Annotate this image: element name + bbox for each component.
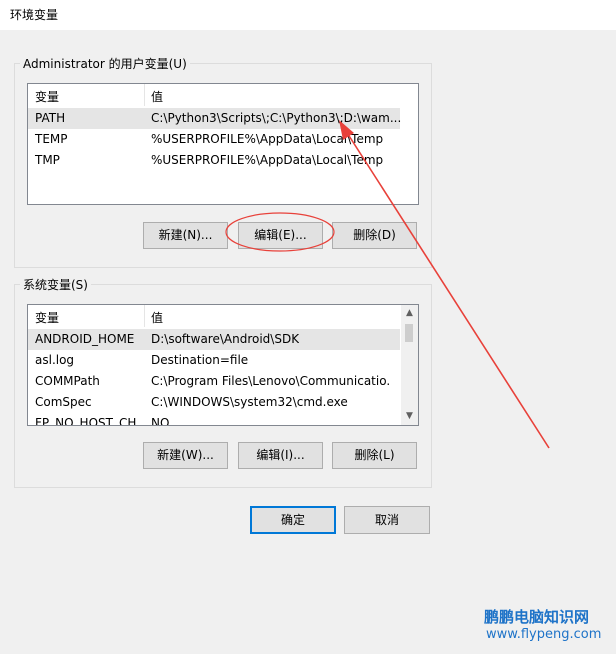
- user-vars-label: Administrator 的用户变量(U): [20, 55, 190, 72]
- row-name: asl.log: [35, 353, 75, 367]
- row-value: %USERPROFILE%\AppData\Local\Temp: [151, 132, 384, 146]
- row-value: D:\software\Android\SDK: [151, 332, 300, 346]
- title-bar: 环境变量: [0, 0, 616, 30]
- row-name: ANDROID_HOME: [35, 332, 135, 346]
- column-divider[interactable]: [144, 84, 145, 106]
- list-header: 变量 值: [28, 305, 418, 327]
- table-row[interactable]: COMMPath C:\Program Files\Lenovo\Communi…: [28, 371, 400, 392]
- row-name: FP_NO_HOST_CH...: [35, 416, 148, 426]
- scroll-down-icon[interactable]: ▼: [401, 408, 418, 425]
- row-value: C:\Python3\Scripts\;C:\Python3\;D:\wam..…: [151, 111, 402, 125]
- row-name: ComSpec: [35, 395, 92, 409]
- table-row[interactable]: TMP %USERPROFILE%\AppData\Local\Temp: [28, 150, 400, 171]
- vertical-scrollbar[interactable]: ▲ ▼: [401, 305, 418, 425]
- row-name: TEMP: [35, 132, 68, 146]
- system-edit-button[interactable]: 编辑(I)...: [238, 442, 323, 469]
- table-row[interactable]: TEMP %USERPROFILE%\AppData\Local\Temp: [28, 129, 400, 150]
- ok-button[interactable]: 确定: [250, 506, 336, 534]
- window-title: 环境变量: [10, 8, 59, 22]
- row-name: COMMPath: [35, 374, 100, 388]
- table-row[interactable]: ANDROID_HOME D:\software\Android\SDK: [28, 329, 400, 350]
- row-value: C:\WINDOWS\system32\cmd.exe: [151, 395, 348, 409]
- watermark-url: www.flypeng.com: [486, 627, 602, 642]
- row-value: NO: [151, 416, 170, 426]
- row-value: %USERPROFILE%\AppData\Local\Temp: [151, 153, 384, 167]
- cancel-button[interactable]: 取消: [344, 506, 430, 534]
- system-vars-list[interactable]: 变量 值 ANDROID_HOME D:\software\Android\SD…: [27, 304, 419, 426]
- column-divider[interactable]: [144, 305, 145, 327]
- system-new-button[interactable]: 新建(W)...: [143, 442, 228, 469]
- column-header-value[interactable]: 值: [151, 309, 163, 326]
- list-header: 变量 值: [28, 84, 418, 106]
- column-header-name[interactable]: 变量: [35, 309, 59, 326]
- table-row[interactable]: asl.log Destination=file: [28, 350, 400, 371]
- column-header-name[interactable]: 变量: [35, 88, 59, 105]
- user-new-button[interactable]: 新建(N)...: [143, 222, 228, 249]
- row-name: PATH: [35, 111, 66, 125]
- user-edit-button[interactable]: 编辑(E)...: [238, 222, 323, 249]
- table-row[interactable]: PATH C:\Python3\Scripts\;C:\Python3\;D:\…: [28, 108, 402, 129]
- scroll-up-icon[interactable]: ▲: [401, 305, 418, 322]
- row-name: TMP: [35, 153, 60, 167]
- user-vars-list[interactable]: 变量 值 PATH C:\Python3\Scripts\;C:\Python3…: [27, 83, 419, 205]
- user-delete-button[interactable]: 删除(D): [332, 222, 417, 249]
- watermark-title: 鹏鹏电脑知识网: [484, 608, 590, 626]
- row-value: C:\Program Files\Lenovo\Communicatio...: [151, 374, 391, 388]
- table-row[interactable]: FP_NO_HOST_CH... NO: [28, 413, 400, 426]
- row-value: Destination=file: [151, 353, 249, 367]
- table-row[interactable]: ComSpec C:\WINDOWS\system32\cmd.exe: [28, 392, 400, 413]
- scroll-thumb[interactable]: [405, 324, 413, 342]
- system-vars-label: 系统变量(S): [20, 276, 91, 293]
- column-header-value[interactable]: 值: [151, 88, 163, 105]
- system-delete-button[interactable]: 删除(L): [332, 442, 417, 469]
